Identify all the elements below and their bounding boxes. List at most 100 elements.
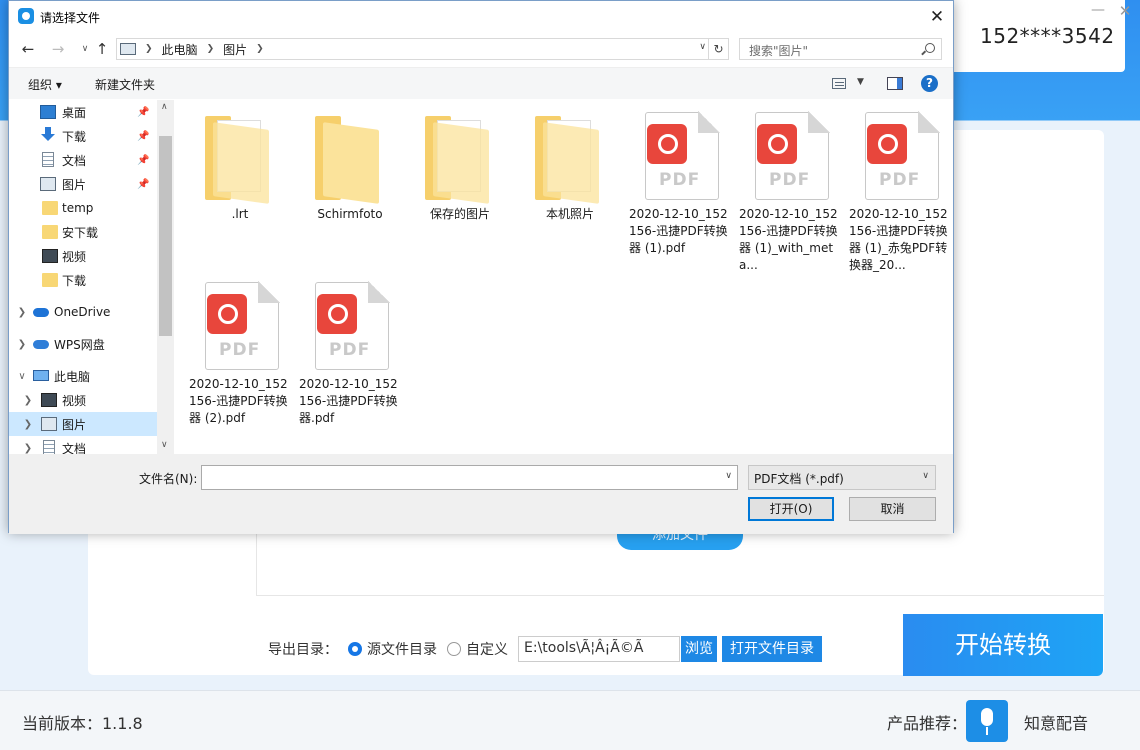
sidebar-item-this-pc[interactable]: ∨ 此电脑 [9, 364, 157, 388]
sidebar-item-onedrive[interactable]: ❯ OneDrive [9, 300, 157, 324]
pdf-badge [757, 124, 797, 164]
chevron-down-icon[interactable]: ∨ [922, 471, 929, 481]
scroll-down-icon[interactable]: ∨ [161, 440, 168, 450]
breadcrumb-this-pc[interactable]: 此电脑 [162, 41, 198, 58]
sidebar-item-pc-documents[interactable]: ❯ 文档 [9, 436, 157, 454]
open-button[interactable]: 打开(O) [748, 497, 834, 521]
version-text: 当前版本：1.1.8 [22, 710, 143, 734]
chevron-right-icon[interactable]: ❯ [23, 419, 33, 430]
dialog-close-icon[interactable]: ✕ [921, 3, 953, 31]
search-placeholder: 搜索"图片" [749, 44, 808, 58]
user-phone[interactable]: 152****3542 [980, 24, 1115, 48]
sidebar-item-label: 桌面 [62, 104, 86, 121]
chevron-right-icon[interactable]: ❯ [17, 307, 27, 318]
file-item-pdf[interactable]: PDF 2020-12-10_152156-迅捷PDF转换器.pdf [295, 270, 405, 435]
export-label: 导出目录： [268, 639, 338, 659]
cancel-button[interactable]: 取消 [849, 497, 936, 521]
document-icon [42, 152, 54, 167]
chevron-right-icon[interactable]: ❯ [23, 395, 33, 406]
pdf-fold [918, 111, 940, 133]
file-item-pdf[interactable]: PDF 2020-12-10_152156-迅捷PDF转换器 (1).pdf [625, 100, 735, 265]
minimize-icon[interactable]: — [1086, 2, 1110, 22]
search-icon[interactable] [925, 43, 935, 53]
sidebar-item-pictures[interactable]: 图片 📌 [9, 172, 157, 196]
file-item-folder[interactable]: Schirmfoto [295, 100, 405, 265]
radio-source-dir[interactable]: 源文件目录 [348, 639, 437, 659]
refresh-icon[interactable]: ↻ [708, 39, 728, 59]
folder-front [543, 122, 599, 204]
view-options-icon[interactable] [832, 78, 846, 89]
help-icon[interactable]: ? [921, 75, 938, 92]
breadcrumb-pictures[interactable]: 图片 [223, 41, 247, 58]
navigation-bar: ← → ∨ ↑ ❯ 此电脑 ❯ 图片 ❯ ∨ ↻ 搜索"图片" [9, 33, 953, 65]
pin-icon[interactable]: 📌 [137, 131, 149, 142]
sidebar-item-videos[interactable]: 视频 [9, 244, 157, 268]
export-path-input[interactable]: E:\tools\Ã¦Â¡Ã©Ã [518, 636, 680, 662]
dialog-toolbar: 组织 ▾ 新建文件夹 ▼ ? [9, 67, 953, 99]
view-dropdown-icon[interactable]: ▼ [857, 77, 864, 87]
sidebar-item-download-folder[interactable]: 下载 [9, 268, 157, 292]
chevron-down-icon[interactable]: ∨ [17, 371, 27, 382]
recommended-product[interactable]: 知意配音 [1024, 710, 1088, 734]
preview-pane-icon[interactable] [887, 77, 903, 90]
sidebar-item-wps-cloud[interactable]: ❯ WPS网盘 [9, 332, 157, 356]
file-name: .lrt [189, 206, 291, 223]
radio-checked-icon[interactable] [348, 642, 362, 656]
pdf-label: PDF [219, 340, 260, 360]
sidebar-item-documents[interactable]: 文档 📌 [9, 148, 157, 172]
new-folder-button[interactable]: 新建文件夹 [95, 76, 155, 93]
radio-custom-dir[interactable]: 自定义 [447, 639, 508, 659]
address-dropdown-icon[interactable]: ∨ [699, 42, 706, 52]
sidebar-item-pc-videos[interactable]: ❯ 视频 [9, 388, 157, 412]
pin-icon[interactable]: 📌 [137, 155, 149, 166]
file-name: 2020-12-10_152156-迅捷PDF转换器 (1)_with_meta… [739, 206, 841, 274]
radio-unchecked-icon[interactable] [447, 642, 461, 656]
sidebar-item-label: 下载 [62, 128, 86, 145]
address-bar[interactable]: ❯ 此电脑 ❯ 图片 ❯ ∨ ↻ [116, 38, 729, 60]
chevron-right-icon[interactable]: ❯ [17, 339, 27, 350]
app-close-icon[interactable]: ✕ [1113, 2, 1137, 22]
file-item-folder[interactable]: 本机照片 [515, 100, 625, 265]
open-directory-button[interactable]: 打开文件目录 [722, 636, 822, 662]
chevron-right-icon[interactable]: ❯ [23, 443, 33, 454]
folder-icon [535, 116, 599, 200]
browse-button[interactable]: 浏览 [681, 636, 717, 662]
file-item-pdf[interactable]: PDF 2020-12-10_152156-迅捷PDF转换器 (2).pdf [185, 270, 295, 435]
file-item-folder[interactable]: .lrt [185, 100, 295, 265]
dialog-footer: 文件名(N): ∨ PDF文档 (*.pdf) ∨ 打开(O) 取消 [9, 454, 953, 534]
sidebar-item-anxiazai[interactable]: 安下载 [9, 220, 157, 244]
radio-custom-label: 自定义 [466, 639, 508, 659]
organize-menu[interactable]: 组织 ▾ [28, 76, 62, 93]
sidebar-item-label: 下载 [62, 272, 86, 289]
sidebar-item-label: 视频 [62, 248, 86, 265]
breadcrumb-chevron-icon[interactable]: ❯ [256, 44, 264, 54]
file-item-pdf[interactable]: PDF 2020-12-10_152156-迅捷PDF转换器 (1)_with_… [735, 100, 845, 265]
start-convert-button[interactable]: 开始转换 [903, 614, 1103, 676]
export-directory-row: 导出目录： 源文件目录 自定义 E:\tools\Ã¦Â¡Ã©Ã 浏览 打开文件… [268, 636, 822, 662]
file-item-pdf[interactable]: PDF 2020-12-10_152156-迅捷PDF转换器 (1)_赤兔PDF… [845, 100, 955, 265]
search-input[interactable]: 搜索"图片" [739, 38, 942, 60]
file-item-folder[interactable]: 保存的图片 [405, 100, 515, 265]
up-arrow-icon[interactable]: ↑ [92, 39, 112, 59]
scrollbar-thumb[interactable] [159, 136, 172, 336]
scroll-up-icon[interactable]: ∧ [161, 102, 168, 112]
microphone-icon[interactable] [966, 700, 1008, 742]
pin-icon[interactable]: 📌 [137, 107, 149, 118]
filename-input[interactable]: ∨ [201, 465, 738, 490]
sidebar-scrollbar[interactable]: ∧ ∨ [157, 100, 174, 454]
sidebar-item-downloads[interactable]: 下载 📌 [9, 124, 157, 148]
dialog-titlebar[interactable]: 请选择文件 ✕ [9, 1, 953, 33]
sidebar-item-label: 此电脑 [54, 368, 90, 385]
file-type-select[interactable]: PDF文档 (*.pdf) ∨ [748, 465, 936, 490]
pdf-label: PDF [329, 340, 370, 360]
sidebar-item-temp[interactable]: temp [9, 196, 157, 220]
back-arrow-icon[interactable]: ← [18, 39, 38, 59]
sidebar-item-desktop[interactable]: 桌面 📌 [9, 100, 157, 124]
breadcrumb-chevron-icon[interactable]: ❯ [145, 44, 153, 54]
forward-arrow-icon[interactable]: → [48, 39, 68, 59]
file-list: .lrt Schirmfoto 保存的图片 本机照片 [175, 100, 953, 454]
pin-icon[interactable]: 📌 [137, 179, 149, 190]
breadcrumb-chevron-icon[interactable]: ❯ [207, 44, 215, 54]
sidebar-item-pc-pictures[interactable]: ❯ 图片 [9, 412, 157, 436]
chevron-down-icon[interactable]: ∨ [725, 471, 732, 481]
